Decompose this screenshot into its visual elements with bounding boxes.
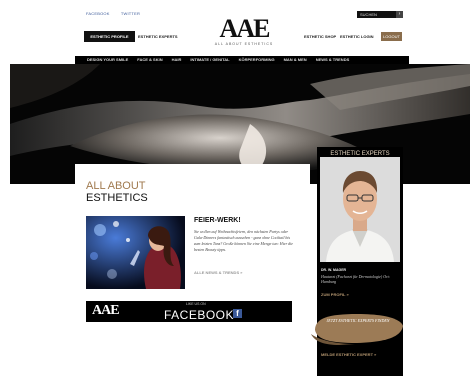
nav-item-hair[interactable]: HAIR bbox=[172, 56, 182, 64]
shop-link[interactable]: ESTHETIC SHOP bbox=[304, 32, 336, 41]
gold-ribbon-shape bbox=[311, 314, 403, 345]
facebook-icon: f bbox=[233, 309, 242, 318]
doctor-portrait[interactable] bbox=[320, 157, 400, 262]
doctor-description: Hautarzt (Facharzt für Dermatologie) Ort… bbox=[321, 274, 391, 284]
find-experts-text: JETZT ESTHETIC EXPERTS FINDEN bbox=[326, 318, 390, 323]
twitter-link[interactable]: TWITTER bbox=[121, 11, 140, 16]
nav-item-face-skin[interactable]: FACE & SKIN bbox=[137, 56, 162, 64]
logo-tagline: ALL ABOUT ESTHETICS bbox=[214, 42, 274, 46]
main-nav: DESIGN YOUR SMILE FACE & SKIN HAIR INTIM… bbox=[75, 56, 409, 64]
section-heading-line2: ESTHETICS bbox=[86, 192, 148, 204]
nav-item-man-men[interactable]: MAN & MEN bbox=[284, 56, 307, 64]
section-heading-line1: ALL ABOUT bbox=[86, 180, 146, 192]
doctor-illustration bbox=[320, 157, 400, 262]
tab-esthetic-profile[interactable]: ESTHETIC PROFILE bbox=[84, 31, 135, 42]
party-woman-illustration bbox=[86, 216, 185, 289]
search-label: SUCHEN bbox=[360, 12, 377, 17]
nav-item-design-your-smile[interactable]: DESIGN YOUR SMILE bbox=[87, 56, 128, 64]
facebook-link[interactable]: FACEBOOK bbox=[86, 11, 110, 16]
logout-button[interactable]: LOGOUT bbox=[381, 32, 402, 41]
tab-esthetic-experts[interactable]: ESTHETIC EXPERTS bbox=[138, 31, 178, 42]
article-body: Sie wollen auf Weihnachtsfeiern, den näc… bbox=[194, 229, 294, 252]
facebook-like-text: LIKE US ON bbox=[186, 302, 206, 306]
all-news-link[interactable]: ALLE NEWS & TRENDS » bbox=[194, 270, 242, 275]
find-experts-button[interactable] bbox=[309, 312, 405, 345]
doctor-name: DR. W. MAGER bbox=[321, 268, 347, 272]
facebook-banner-logo: AAE bbox=[92, 303, 120, 318]
facebook-word: FACEBOOK bbox=[164, 308, 235, 322]
search-button[interactable]: › bbox=[396, 11, 403, 18]
article-title[interactable]: FEIER-WERK! bbox=[194, 217, 241, 224]
article-image[interactable] bbox=[86, 216, 185, 289]
nav-item-koerperforming[interactable]: KÖRPERFORMING bbox=[239, 56, 275, 64]
nav-item-intimate[interactable]: INTIMATE / GENITAL bbox=[190, 56, 229, 64]
logo[interactable]: AAE bbox=[209, 14, 279, 44]
report-expert-link[interactable]: MELDE ESTHETIC EXPERT » bbox=[321, 352, 376, 357]
nav-item-news-trends[interactable]: NEWS & TRENDS bbox=[316, 56, 350, 64]
social-links: FACEBOOK TWITTER bbox=[86, 11, 150, 16]
login-link[interactable]: ESTHETIC LOGIN bbox=[340, 32, 374, 41]
profile-link[interactable]: ZUM PROFIL » bbox=[321, 292, 349, 297]
